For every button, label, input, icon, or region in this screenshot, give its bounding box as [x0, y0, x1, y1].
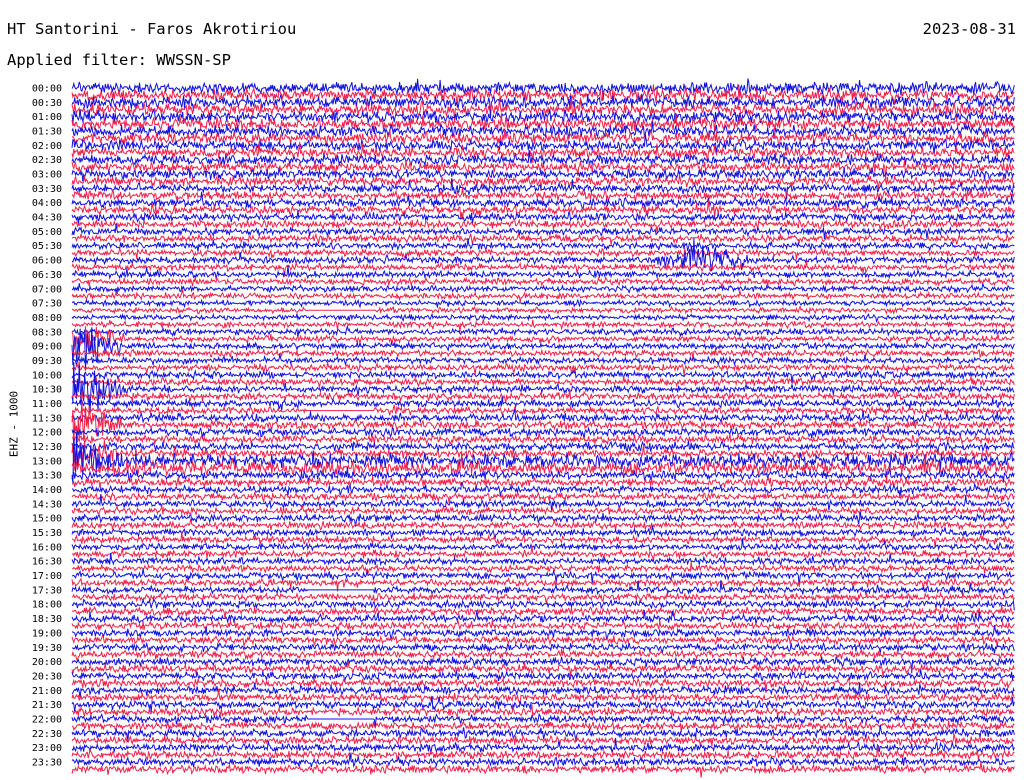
- station-title: HT Santorini - Faros Akrotiriou: [7, 20, 297, 38]
- hour-label: 08:30: [32, 327, 62, 338]
- trace-group: [71, 78, 1015, 778]
- trace-line: [71, 375, 1015, 388]
- hour-label: 20:30: [32, 671, 62, 682]
- trace-line: [71, 191, 1015, 210]
- hour-label: 23:00: [32, 743, 62, 754]
- hour-label: 17:30: [32, 585, 62, 596]
- seismogram-drum: 00:00 00:30 01:00 01:30 02:00 02:30 03:00 03:30…: [32, 78, 1015, 778]
- hour-label: 04:00: [32, 198, 62, 209]
- hour-label: 10:00: [32, 370, 62, 381]
- hour-label: 07:00: [32, 284, 62, 295]
- hour-label: 16:00: [32, 542, 62, 553]
- hour-label: 14:30: [32, 499, 62, 510]
- hour-label: 05:30: [32, 241, 62, 252]
- hour-label: 06:30: [32, 270, 62, 281]
- trace-line: [71, 298, 1015, 309]
- hour-label: 06:00: [32, 256, 62, 267]
- hour-label: 00:30: [32, 98, 62, 109]
- hour-label: 05:00: [32, 227, 62, 238]
- trace-line: [71, 283, 1015, 295]
- hour-label: 15:00: [32, 514, 62, 525]
- hour-label: 18:00: [32, 600, 62, 611]
- hour-label: 00:00: [32, 84, 62, 95]
- hour-label: 22:00: [32, 714, 62, 725]
- hour-label: 12:00: [32, 428, 62, 439]
- hour-label: 04:30: [32, 213, 62, 224]
- hour-label: 11:30: [32, 413, 62, 424]
- trace-line: [71, 174, 1015, 192]
- hour-label: 10:30: [32, 385, 62, 396]
- filter-label: Applied filter: WWSSN-SP: [7, 51, 231, 69]
- hour-label: 13:30: [32, 471, 62, 482]
- hour-label: 19:00: [32, 628, 62, 639]
- hour-label: 15:30: [32, 528, 62, 539]
- trace-line: [71, 597, 1015, 611]
- hour-label: 19:30: [32, 643, 62, 654]
- trace-line: [71, 319, 1015, 333]
- hour-label: 09:00: [32, 342, 62, 353]
- hour-label: 01:00: [32, 112, 62, 123]
- trace-line: [71, 647, 1015, 664]
- hour-label: 20:00: [32, 657, 62, 668]
- trace-line: [71, 704, 1015, 718]
- hour-label: 09:30: [32, 356, 62, 367]
- trace-line: [71, 312, 1015, 323]
- hour-label: 07:30: [32, 299, 62, 310]
- hour-label: 17:00: [32, 571, 62, 582]
- hour-label: 18:30: [32, 614, 62, 625]
- hour-label: 02:00: [32, 141, 62, 152]
- hour-label: 08:00: [32, 313, 62, 324]
- hour-label: 12:30: [32, 442, 62, 453]
- hour-label: 13:00: [32, 456, 62, 467]
- hour-label: 14:00: [32, 485, 62, 496]
- hour-label-group: 00:00 00:30 01:00 01:30 02:00 02:30 03:00 03:30…: [32, 84, 62, 769]
- trace-line: [71, 475, 1015, 489]
- hour-label: 21:30: [32, 700, 62, 711]
- hour-label: 03:30: [32, 184, 62, 195]
- hour-label: 11:00: [32, 399, 62, 410]
- hour-label: 16:30: [32, 557, 62, 568]
- hour-label: 01:30: [32, 127, 62, 138]
- hour-label: 23:30: [32, 757, 62, 768]
- hour-label: 02:30: [32, 155, 62, 166]
- trace-line: [71, 388, 1015, 404]
- trace-line: [71, 324, 1015, 338]
- date-label: 2023-08-31: [922, 20, 1016, 38]
- hour-label: 03:00: [32, 170, 62, 181]
- hour-label: 22:30: [32, 729, 62, 740]
- hour-label: 21:00: [32, 686, 62, 697]
